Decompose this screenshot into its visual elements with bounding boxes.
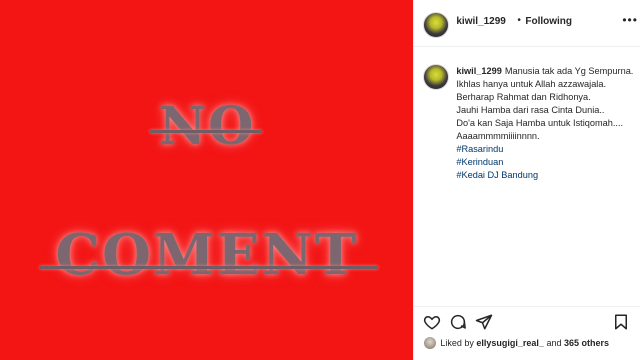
author-avatar[interactable]: [423, 12, 450, 38]
image-strike-line-1: [150, 130, 262, 133]
likes-and: and: [546, 338, 562, 348]
more-options-icon[interactable]: •••: [622, 13, 638, 27]
heart-icon[interactable]: [423, 313, 441, 331]
caption-line-4: Jauhi Hamba dari rasa Cinta Dunia..: [456, 105, 605, 115]
author-username[interactable]: kiwil_1299: [456, 16, 505, 27]
header-separator: •: [517, 15, 521, 26]
likes-text: Liked by ellysugigi_real_ and 365 others: [440, 338, 609, 348]
likes-summary: Liked by ellysugigi_real_ and 365 others: [414, 334, 640, 360]
caption-line-1: Manusia tak ada Yg Sempurna.: [504, 66, 634, 76]
likes-prefix: Liked by: [440, 338, 474, 348]
hashtag-link[interactable]: #Kedai DJ Bandung: [456, 169, 634, 182]
caption-line-2: Ikhlas hanya untuk Allah azzawajala.: [456, 79, 607, 89]
following-button[interactable]: Following: [525, 16, 572, 27]
caption-line-3: Berharap Rahmat dan Ridhonya.: [456, 92, 591, 102]
hashtag-link[interactable]: #Rasarindu: [456, 143, 634, 156]
instagram-post: NO COMENT kiwil_1299 • Following ••• kiw…: [0, 0, 640, 360]
post-side-panel: kiwil_1299 • Following ••• kiwil_1299 Man…: [413, 0, 640, 360]
image-text-coment: COMENT: [55, 222, 359, 288]
bookmark-icon[interactable]: [612, 313, 630, 331]
post-header: kiwil_1299 • Following •••: [414, 0, 640, 47]
share-icon[interactable]: [475, 313, 493, 331]
likes-others-link[interactable]: 365 others: [564, 338, 609, 348]
post-image[interactable]: NO COMENT: [0, 0, 414, 360]
image-text-no: NO: [158, 96, 256, 157]
action-bar: [414, 306, 640, 335]
comment-icon[interactable]: [449, 313, 467, 331]
caption-line-5: Do'a kan Saja Hamba untuk Istiqomah....: [456, 118, 624, 128]
liker-username[interactable]: ellysugigi_real_: [476, 338, 544, 348]
image-strike-line-2: [40, 266, 378, 269]
liker-avatar[interactable]: [424, 337, 437, 349]
caption-author-avatar[interactable]: [423, 64, 450, 90]
caption-text: kiwil_1299 Manusia tak ada Yg Sempurna. I…: [456, 65, 634, 182]
caption-username[interactable]: kiwil_1299: [456, 66, 501, 76]
caption-line-6: Aaaammmmiiiinnnn.: [456, 131, 540, 141]
hashtag-link[interactable]: #Kerinduan: [456, 156, 634, 169]
